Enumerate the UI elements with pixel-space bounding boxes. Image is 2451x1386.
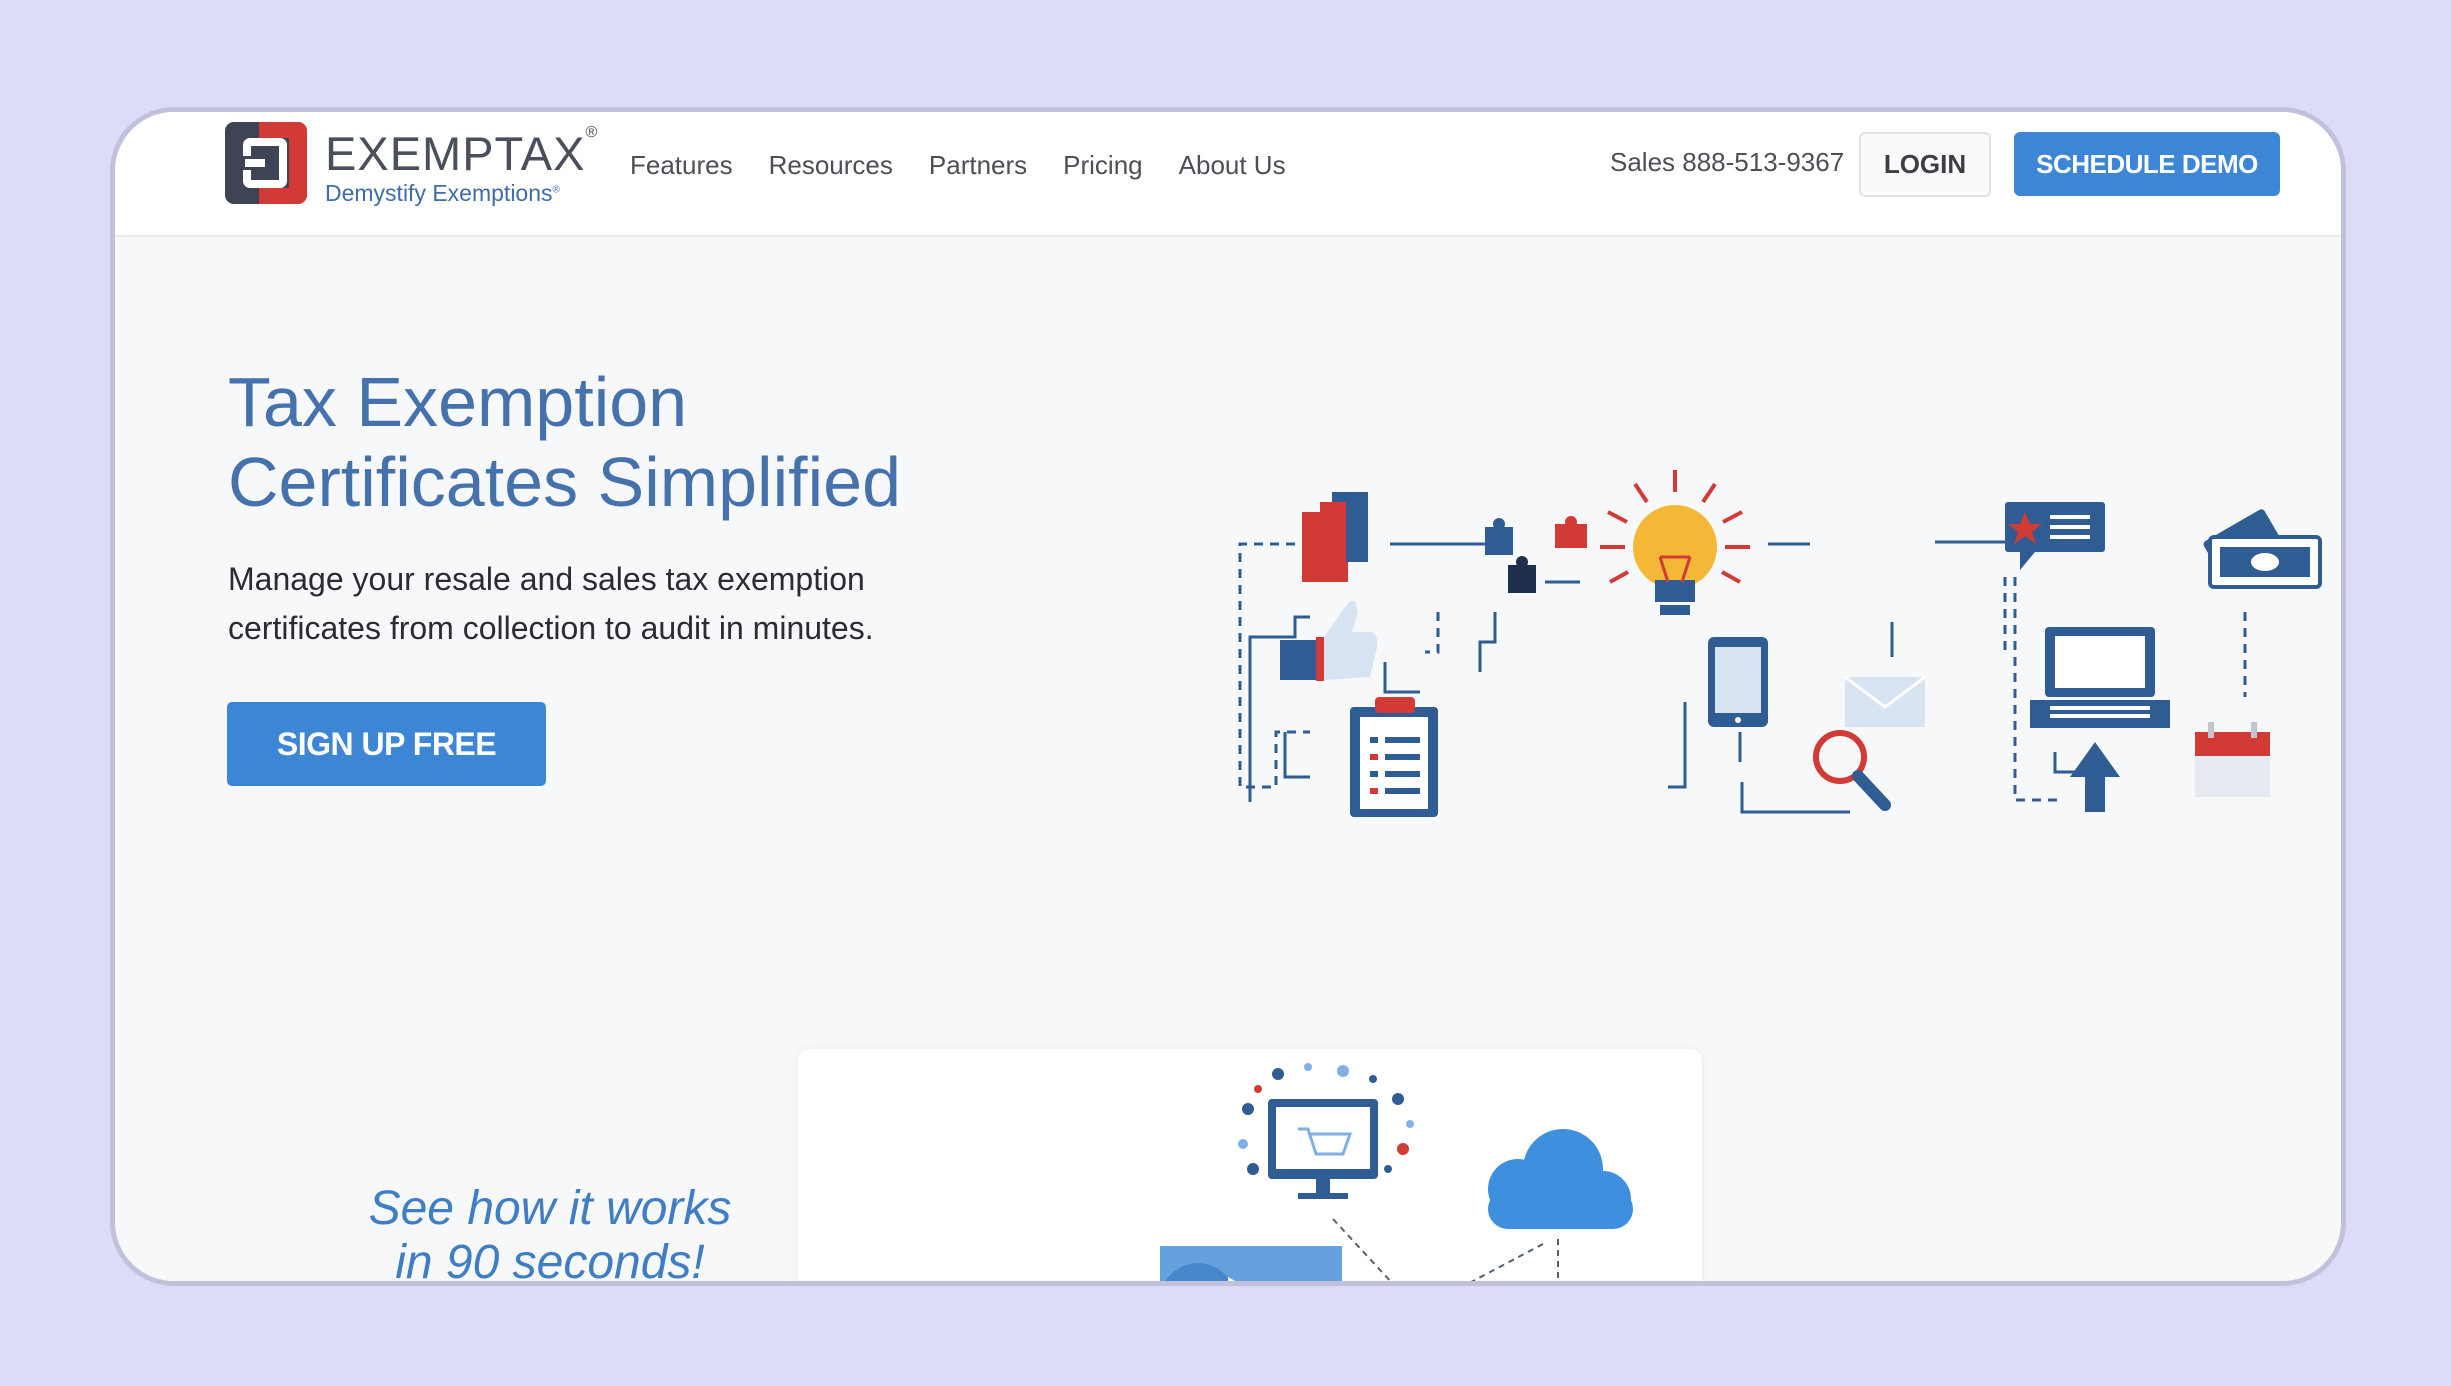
thumbs-up-icon [1280,600,1378,681]
nav-link-pricing[interactable]: Pricing [1063,150,1142,181]
nav-link-features[interactable]: Features [630,150,733,181]
brand-name: EXEMPTAX® [325,124,599,180]
sign-up-free-button[interactable]: SIGN UP FREE [227,702,546,786]
chat-icon [2005,502,2105,570]
browser-frame: EXEMPTAX® Demystify Exemptions® Features… [110,107,2346,1286]
money-icon [2203,509,2322,589]
cloud-icon [1488,1129,1633,1229]
sales-phone[interactable]: Sales 888-513-9367 [1610,147,1844,178]
magnifier-icon [1813,730,1891,811]
store-monitor-icon [1238,1063,1414,1199]
lightbulb-icon [1600,470,1750,615]
brand-tagline: Demystify Exemptions® [325,180,560,206]
hero-subtitle: Manage your resale and sales tax exempti… [228,561,874,646]
laptop-icon [2030,627,2170,728]
nav-link-partners[interactable]: Partners [929,150,1027,181]
schedule-demo-button[interactable]: SCHEDULE DEMO [2014,132,2280,196]
plant-icon [889,1284,1043,1286]
workflow-illustration [1238,470,2322,817]
envelope-icon [1844,675,1926,727]
top-navbar: EXEMPTAX® Demystify Exemptions® Features… [115,112,2341,237]
hero-title: Tax Exemption Certificates Simplified [228,363,901,521]
nav-link-about-us[interactable]: About Us [1179,150,1286,181]
page-content: Tax Exemption Certificates Simplified Ma… [115,237,2341,1281]
calendar-icon [2195,722,2270,797]
brand-logo[interactable]: EXEMPTAX® Demystify Exemptions® [225,122,597,217]
document-icon [1302,492,1368,582]
clipboard-icon [1350,697,1438,817]
nav-link-resources[interactable]: Resources [769,150,893,181]
video-thumbnail [889,1063,1633,1286]
main-nav: Features Resources Partners Pricing Abou… [630,150,1286,181]
video-player[interactable] [798,1049,1702,1286]
login-button[interactable]: LOGIN [1859,132,1991,197]
phone-icon [1708,637,1768,727]
exemptax-logo-icon [225,122,307,204]
play-icon [1160,1246,1342,1281]
video-callout: See how it works in 90 seconds! [368,1182,732,1286]
upload-arrow-icon [2070,742,2120,812]
